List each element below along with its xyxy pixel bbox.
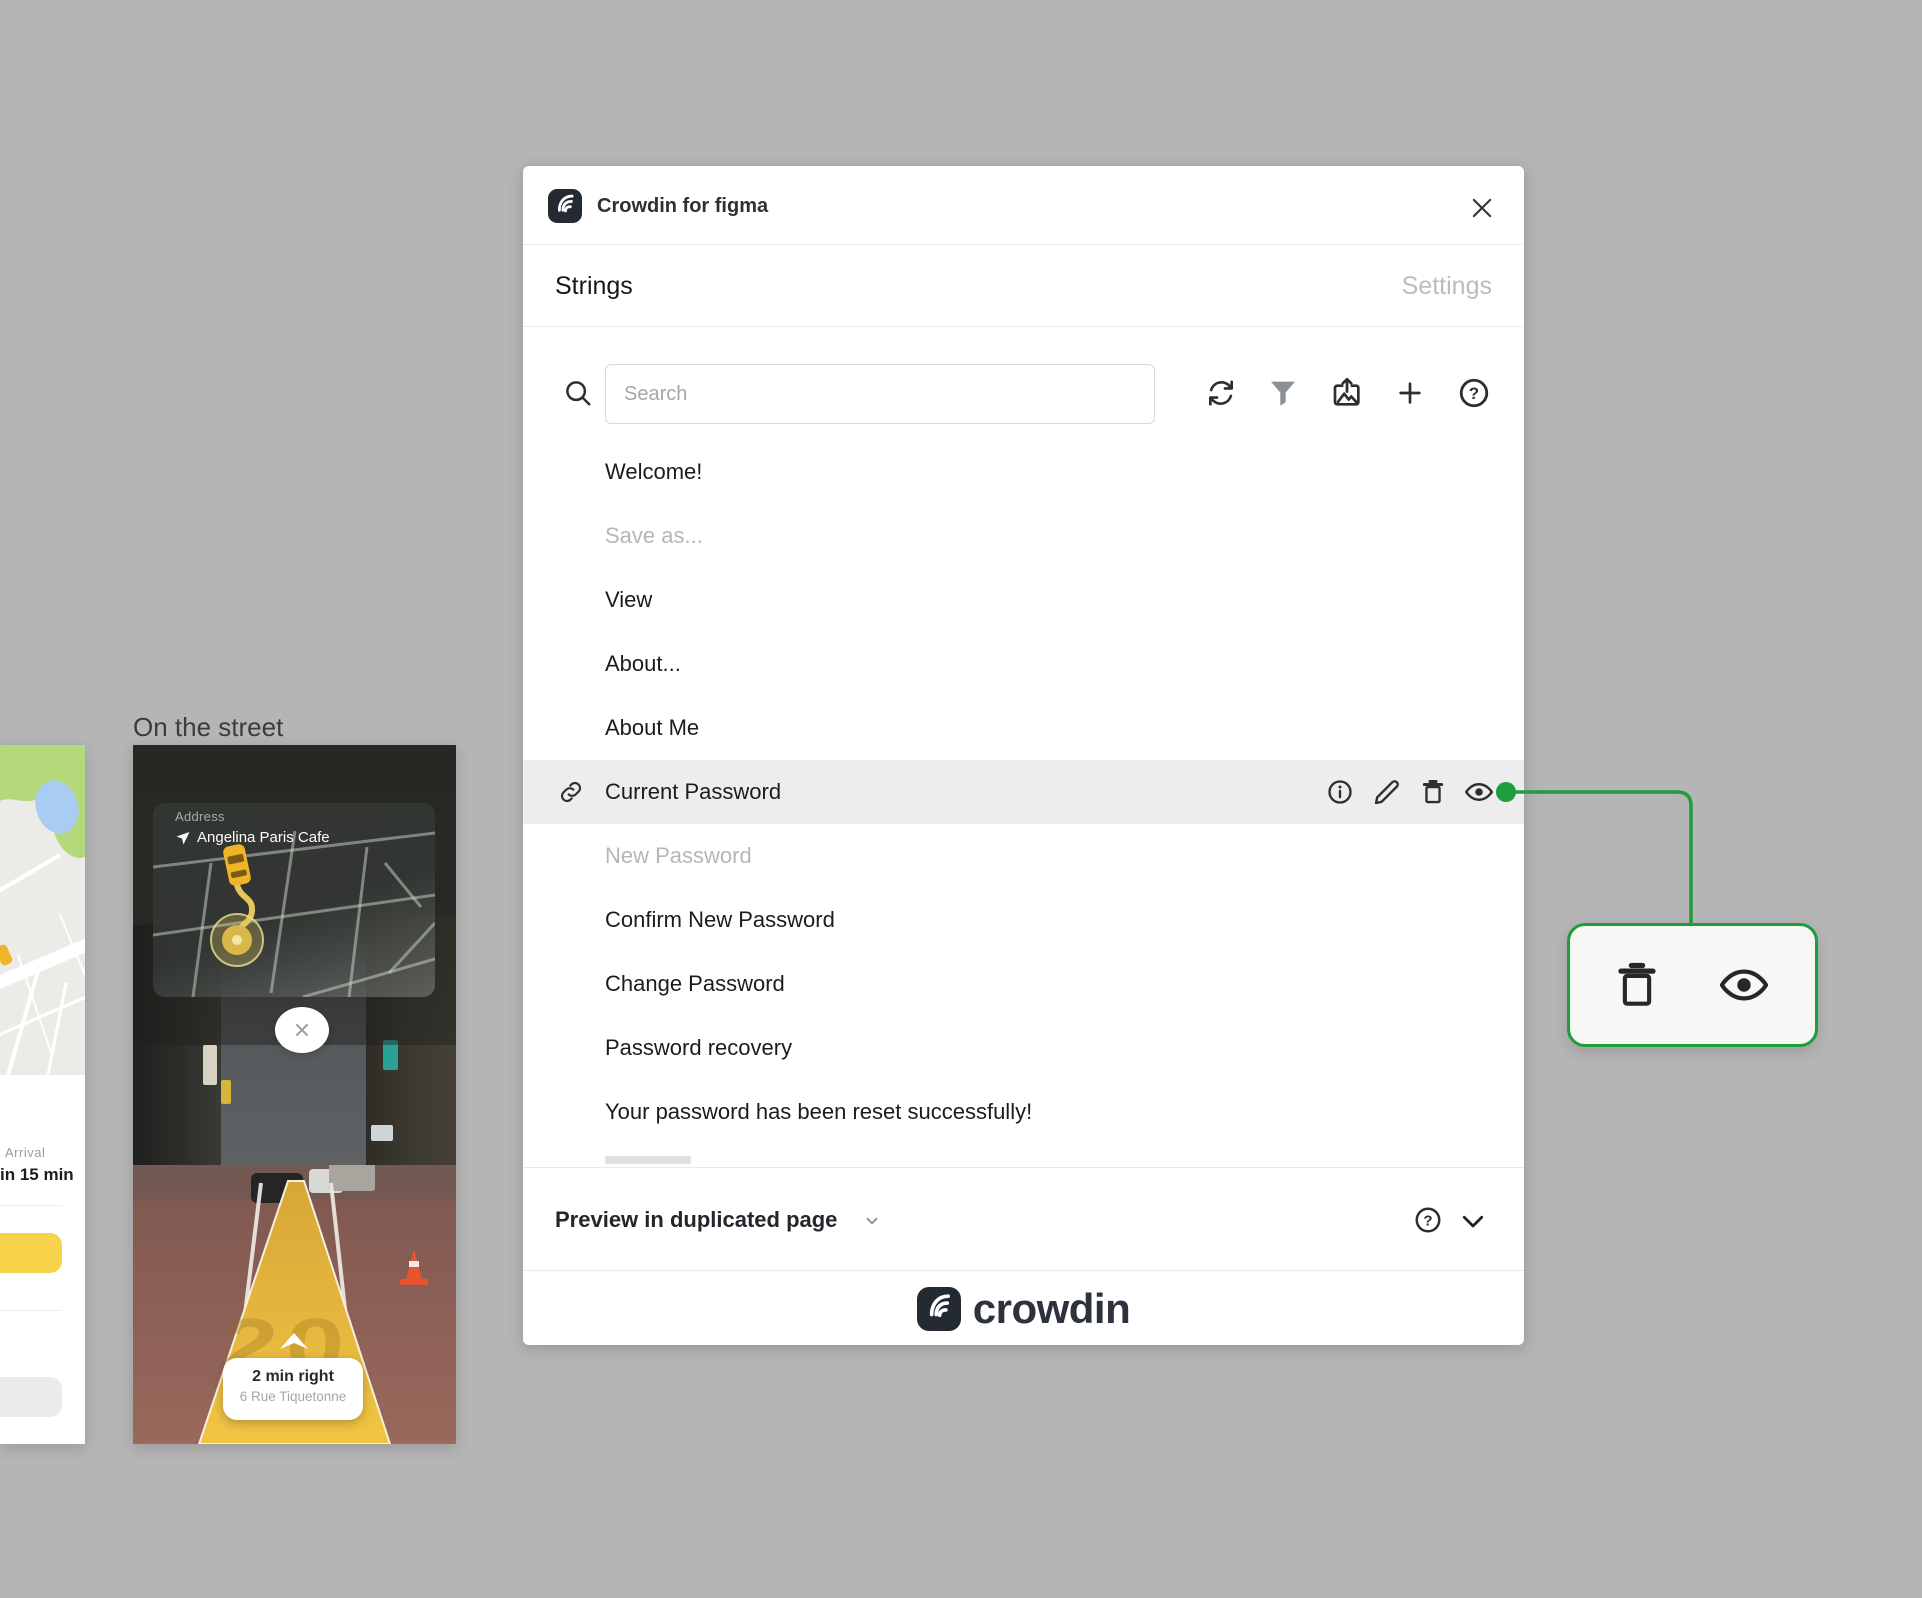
strings-list: Welcome! Save as... View About... About …: [523, 440, 1524, 1144]
ar-direction-arrow: [280, 1333, 308, 1349]
string-row[interactable]: Password recovery: [523, 1016, 1524, 1080]
plugin-title: Crowdin for figma: [597, 195, 769, 217]
plugin-footer: crowdin: [523, 1272, 1524, 1345]
string-row[interactable]: About...: [523, 632, 1524, 696]
string-row-selected[interactable]: Current Password: [523, 760, 1524, 824]
close-icon: [1472, 198, 1492, 218]
ar-street-artboard: Address Angelina Paris Cafe 20 2 min rig…: [133, 745, 456, 1444]
preview-help-button[interactable]: ?: [1413, 1205, 1443, 1235]
crowdin-wordmark: crowdin: [972, 1284, 1131, 1332]
filter-strings-button[interactable]: [1265, 375, 1301, 411]
direction-primary: 2 min right: [252, 1368, 334, 1385]
primary-action-button[interactable]: [0, 1233, 62, 1273]
upload-screenshot-button[interactable]: [1329, 375, 1365, 411]
row-actions-callout: [1567, 923, 1818, 1047]
string-row[interactable]: Confirm New Password: [523, 888, 1524, 952]
close-icon: [296, 1024, 308, 1036]
ar-close-button[interactable]: [275, 1007, 329, 1053]
svg-text:?: ?: [1423, 1212, 1432, 1229]
street-truck: [329, 1165, 375, 1191]
string-row[interactable]: About Me: [523, 696, 1524, 760]
string-delete-button[interactable]: [1418, 777, 1448, 807]
string-row[interactable]: Welcome!: [523, 440, 1524, 504]
expand-panel-button[interactable]: [1456, 1206, 1490, 1236]
crowdin-logo-icon: [548, 189, 582, 223]
street-sign: [371, 1125, 393, 1141]
sync-icon: [1209, 380, 1233, 406]
string-edit-button[interactable]: [1372, 777, 1402, 807]
search-input[interactable]: [605, 364, 1155, 424]
artboard-title-on-the-street: On the street: [133, 712, 284, 742]
row-actions: [1325, 760, 1524, 824]
svg-text:?: ?: [1469, 384, 1479, 403]
taxi-car: [223, 844, 251, 886]
string-row[interactable]: Save as...: [523, 504, 1524, 568]
divider: [0, 1310, 62, 1311]
address-label: Address: [175, 809, 225, 824]
direction-secondary: 6 Rue Tiquetonne: [239, 1389, 347, 1404]
crowdin-logo-icon: [916, 1286, 961, 1331]
add-string-icon: [1399, 382, 1421, 404]
plugin-tabs: Strings Settings: [523, 246, 1524, 327]
secondary-action-button[interactable]: [0, 1377, 62, 1417]
upload-screenshot-icon: [1333, 377, 1360, 406]
string-row[interactable]: View: [523, 568, 1524, 632]
help-button[interactable]: ?: [1456, 375, 1492, 411]
search-icon: [563, 378, 593, 408]
ride-bottom-sheet: Arrival in 15 min: [0, 1075, 85, 1444]
preview-button-large[interactable]: [1713, 959, 1775, 1011]
string-row[interactable]: Change Password: [523, 952, 1524, 1016]
string-row[interactable]: Your password has been reset successfull…: [523, 1080, 1524, 1144]
preview-bar: Preview in duplicated page ?: [523, 1167, 1524, 1271]
arrival-eta: in 15 min: [0, 1165, 74, 1184]
string-info-button[interactable]: [1325, 777, 1355, 807]
delete-button-large[interactable]: [1611, 959, 1663, 1011]
street-sign: [221, 1080, 231, 1104]
preview-mode-label[interactable]: Preview in duplicated page: [555, 1207, 837, 1233]
ar-map-card: Address Angelina Paris Cafe: [153, 803, 435, 997]
crowdin-plugin-window: Crowdin for figma Strings Settings Searc…: [523, 166, 1524, 1345]
clipped-row-remnant: [605, 1156, 691, 1164]
chevron-down-icon[interactable]: [863, 1212, 881, 1230]
close-plugin-button[interactable]: [1464, 190, 1500, 226]
tab-strings[interactable]: Strings: [555, 272, 633, 301]
navigation-arrow-icon: [176, 832, 190, 845]
string-row[interactable]: New Password: [523, 824, 1524, 888]
filter-icon: [1271, 381, 1295, 406]
address-value: Angelina Paris Cafe: [197, 829, 330, 846]
street-sign: [203, 1045, 217, 1085]
help-icon: ?: [1459, 378, 1489, 408]
linked-string-icon: [558, 779, 586, 805]
arrival-label: Arrival: [5, 1145, 46, 1160]
plugin-header: Crowdin for figma: [523, 166, 1524, 245]
tab-settings[interactable]: Settings: [1402, 272, 1492, 301]
map-app-artboard: Arrival in 15 min: [0, 745, 85, 1444]
string-preview-button[interactable]: [1464, 777, 1494, 807]
map-preview: [0, 745, 85, 1075]
direction-card: 2 min right 6 Rue Tiquetonne: [223, 1358, 363, 1420]
add-string-button[interactable]: [1392, 375, 1428, 411]
divider: [0, 1205, 62, 1206]
sync-strings-button[interactable]: [1203, 375, 1239, 411]
